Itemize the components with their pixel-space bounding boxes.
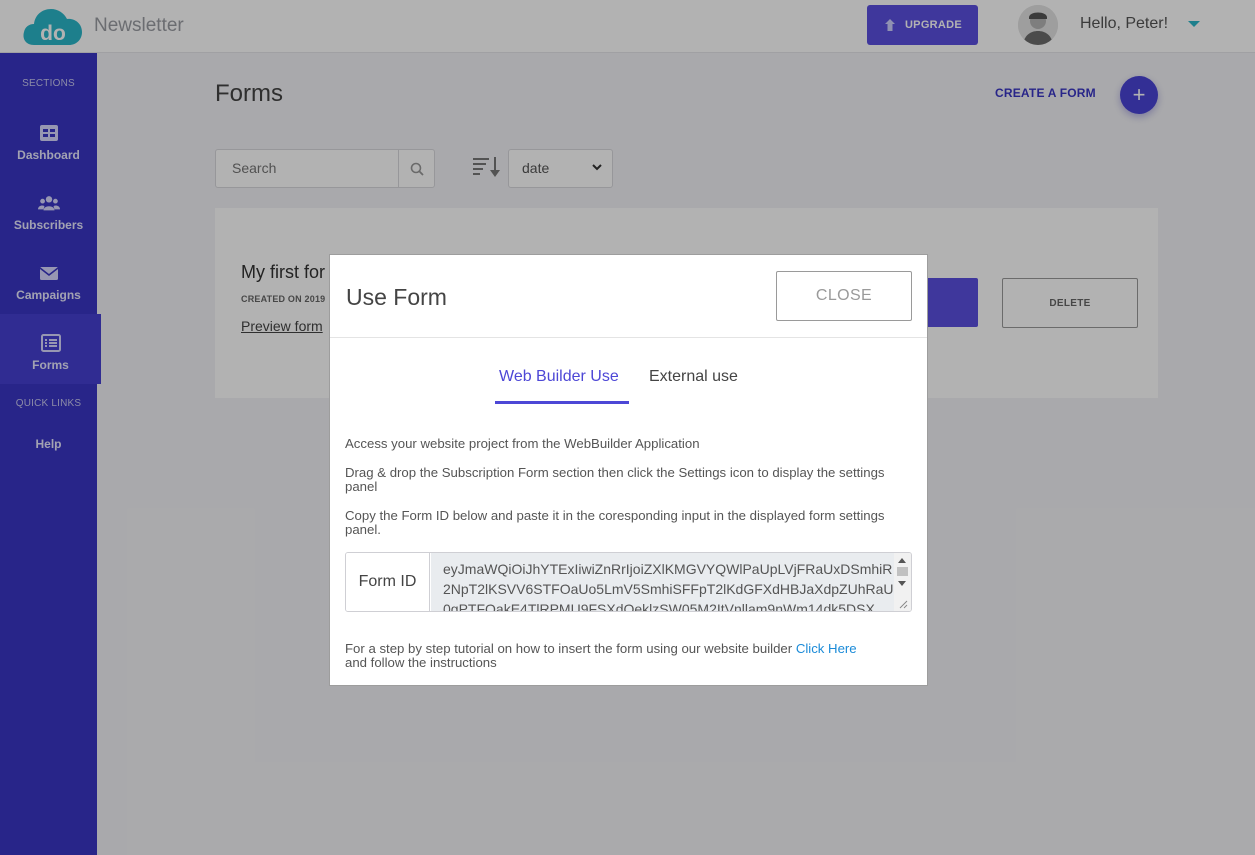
modal-title: Use Form bbox=[346, 284, 447, 310]
scroll-down-icon[interactable] bbox=[898, 581, 906, 586]
tab-web-builder-use[interactable]: Web Builder Use bbox=[499, 368, 619, 386]
use-form-modal: Use Form CLOSE Web Builder Use External … bbox=[329, 254, 928, 686]
active-tab-indicator bbox=[495, 401, 629, 404]
instruction-step-3: Copy the Form ID below and paste it in t… bbox=[345, 508, 885, 537]
form-id-label: Form ID bbox=[346, 553, 430, 611]
tutorial-text: For a step by step tutorial on how to in… bbox=[345, 642, 915, 670]
tab-external-use[interactable]: External use bbox=[649, 368, 738, 386]
form-id-textarea[interactable]: eyJmaWQiOiJhYTExIiwiZnRrIjoiZXlKMGVYQWlP… bbox=[431, 553, 896, 611]
instruction-step-1: Access your website project from the Web… bbox=[345, 436, 700, 451]
tutorial-lead: For a step by step tutorial on how to in… bbox=[345, 641, 793, 656]
form-id-group: Form ID eyJmaWQiOiJhYTExIiwiZnRrIjoiZXlK… bbox=[345, 552, 912, 612]
tutorial-trailing: and follow the instructions bbox=[345, 655, 497, 670]
form-id-scrollbar[interactable] bbox=[894, 553, 911, 611]
scroll-up-icon[interactable] bbox=[898, 558, 906, 563]
modal-divider bbox=[330, 337, 927, 338]
click-here-link[interactable]: Click Here bbox=[796, 641, 857, 656]
resize-grip-icon[interactable] bbox=[898, 599, 908, 609]
scroll-thumb[interactable] bbox=[897, 567, 908, 576]
instruction-step-2: Drag & drop the Subscription Form sectio… bbox=[345, 465, 885, 494]
close-button[interactable]: CLOSE bbox=[776, 271, 912, 321]
